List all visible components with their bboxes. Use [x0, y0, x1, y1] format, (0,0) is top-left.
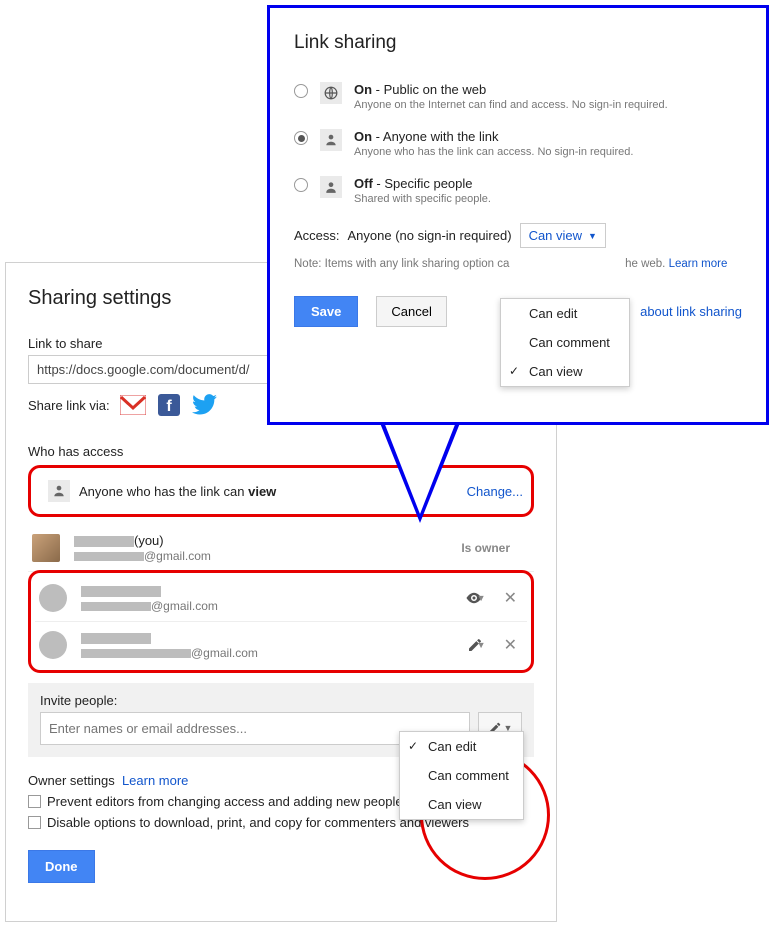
redacted-name: [74, 536, 134, 547]
invite-label: Invite people:: [40, 693, 522, 708]
shared-users-block: @gmail.com ▼ ✕ @gmail.com ▼ ✕: [28, 570, 534, 673]
link-sharing-title: Link sharing: [294, 32, 742, 54]
checkbox-disable-download[interactable]: [28, 816, 41, 829]
check-icon: ✓: [509, 364, 519, 378]
check-icon: ✓: [408, 739, 418, 753]
learn-more-link[interactable]: Learn more: [122, 773, 188, 788]
share-via-label: Share link via:: [28, 398, 110, 413]
caret-down-icon: ▼: [477, 593, 486, 603]
user-row: @gmail.com ▼ ✕: [35, 622, 527, 668]
done-button[interactable]: Done: [28, 850, 95, 883]
learn-about-link[interactable]: about link sharing: [640, 304, 742, 319]
option-specific[interactable]: Off - Specific people Shared with specif…: [294, 176, 742, 205]
facebook-icon[interactable]: f: [158, 394, 180, 416]
access-permission-menu: Can edit Can comment ✓Can view: [500, 298, 630, 387]
user-row-owner: (you) @gmail.com Is owner: [28, 525, 534, 572]
user-row: @gmail.com ▼ ✕: [35, 575, 527, 622]
menu-item-can-comment[interactable]: Can comment: [400, 761, 523, 790]
cancel-button[interactable]: Cancel: [376, 296, 446, 327]
checkbox-prevent-editors[interactable]: [28, 795, 41, 808]
option-anyone-link[interactable]: On - Anyone with the link Anyone who has…: [294, 129, 742, 158]
radio-button[interactable]: [294, 84, 308, 98]
access-line: Access: Anyone (no sign-in required) Can…: [294, 223, 742, 248]
option-public[interactable]: On - Public on the web Anyone on the Int…: [294, 82, 742, 111]
save-button[interactable]: Save: [294, 296, 358, 327]
avatar: [39, 631, 67, 659]
callout-pointer: [384, 422, 456, 514]
menu-item-can-view[interactable]: Can view: [400, 790, 523, 819]
caret-down-icon: ▼: [588, 231, 597, 241]
invite-permission-menu: ✓Can edit Can comment Can view: [399, 731, 524, 820]
checkbox-label: Prevent editors from changing access and…: [47, 794, 403, 809]
gmail-icon[interactable]: [120, 395, 146, 415]
change-link[interactable]: Change...: [467, 484, 523, 499]
link-person-icon: [320, 129, 342, 151]
person-icon: [320, 176, 342, 198]
learn-more-link[interactable]: Learn more: [669, 258, 728, 270]
access-permission-dropdown[interactable]: Can view ▼: [520, 223, 606, 248]
caret-down-icon: ▼: [477, 640, 486, 650]
menu-item-can-edit[interactable]: ✓Can edit: [400, 732, 523, 761]
link-sharing-note: Note: Items with any link sharing option…: [294, 258, 742, 270]
permission-dropdown[interactable]: ▼: [465, 589, 486, 607]
menu-item-can-view[interactable]: ✓Can view: [501, 357, 629, 386]
globe-icon: [320, 82, 342, 104]
redacted-name: [81, 586, 161, 597]
radio-button[interactable]: [294, 131, 308, 145]
invite-box: Invite people: ▼ ✓Can edit Can comment C…: [28, 683, 534, 757]
menu-item-can-comment[interactable]: Can comment: [501, 328, 629, 357]
link-person-icon: [48, 480, 70, 502]
avatar: [39, 584, 67, 612]
menu-item-can-edit[interactable]: Can edit: [501, 299, 629, 328]
redacted-name: [81, 633, 151, 644]
permission-dropdown[interactable]: ▼: [467, 637, 486, 653]
twitter-icon[interactable]: [192, 394, 218, 416]
radio-button[interactable]: [294, 178, 308, 192]
avatar: [32, 534, 60, 562]
remove-user-button[interactable]: ✕: [504, 635, 517, 655]
remove-user-button[interactable]: ✕: [504, 588, 517, 608]
svg-text:f: f: [166, 398, 172, 415]
owner-label: Is owner: [461, 541, 510, 555]
